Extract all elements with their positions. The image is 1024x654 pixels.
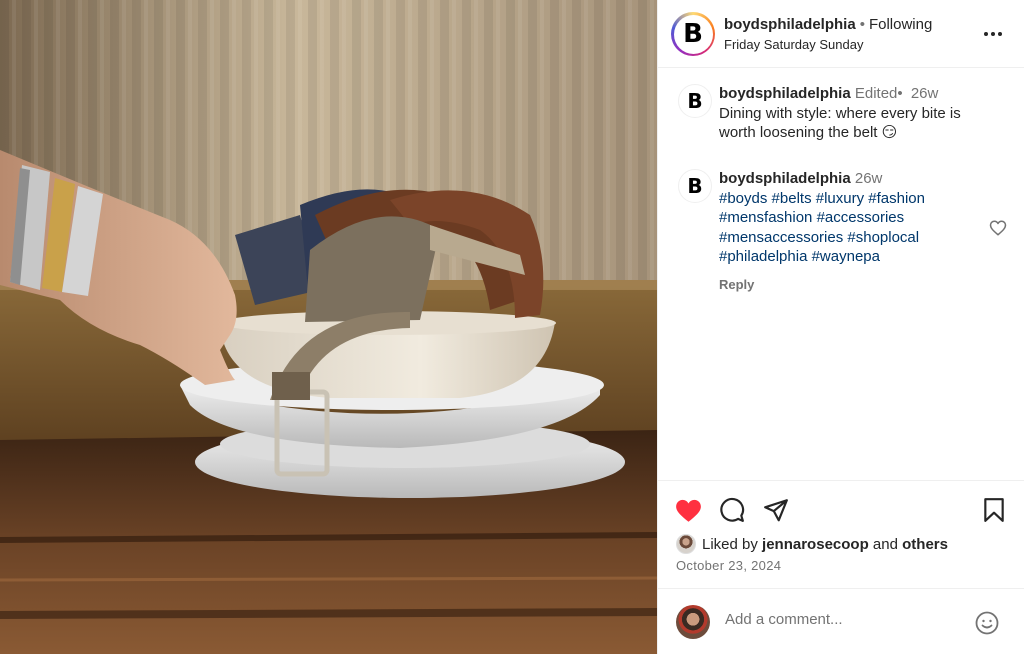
like-button[interactable] bbox=[674, 496, 702, 524]
liker-username[interactable]: jennarosecoop bbox=[762, 536, 869, 553]
comment-button[interactable] bbox=[718, 496, 746, 524]
following-button[interactable]: Following bbox=[869, 16, 932, 33]
comment-body: boydsphiladelphia 26w #boyds #belts #lux… bbox=[719, 169, 989, 294]
bookmark-icon bbox=[984, 498, 1004, 522]
more-options-button[interactable] bbox=[981, 22, 1005, 46]
emoji-smile-icon bbox=[975, 611, 999, 635]
hashtag[interactable]: #waynepa bbox=[812, 248, 880, 265]
belts-in-bowl-photo bbox=[0, 0, 657, 654]
post-sidebar: B boydsphiladelphia • Following Friday Sat… bbox=[657, 0, 1024, 654]
hashtag[interactable]: #mensfashion bbox=[719, 209, 812, 226]
profile-avatar[interactable]: B bbox=[671, 12, 715, 56]
post-date[interactable]: October 23, 2024 bbox=[676, 558, 781, 573]
more-dots-icon bbox=[984, 32, 1002, 36]
post-actions: Liked by jennarosecoop and others Octobe… bbox=[658, 480, 1024, 573]
caption-separator: • bbox=[897, 85, 903, 102]
likes-prefix: Liked by bbox=[702, 535, 758, 553]
post-header: B boydsphiladelphia • Following Friday Sat… bbox=[658, 0, 1024, 68]
share-button[interactable] bbox=[762, 496, 790, 524]
caption-username[interactable]: boydsphiladelphia bbox=[719, 85, 851, 102]
heart-outline-icon bbox=[989, 220, 1007, 236]
comment-input[interactable] bbox=[725, 611, 955, 628]
comment-like-button[interactable] bbox=[989, 219, 1007, 237]
header-username-line: boydsphiladelphia • Following bbox=[724, 16, 932, 33]
current-user-avatar bbox=[676, 605, 710, 639]
hashtag[interactable]: #shoplocal bbox=[847, 229, 919, 246]
heart-filled-icon bbox=[675, 499, 701, 522]
hashtag[interactable]: #fashion bbox=[868, 190, 925, 207]
likes-middle: and bbox=[872, 535, 898, 553]
comment-age[interactable]: 26w bbox=[855, 170, 883, 187]
hashtag[interactable]: #philadelphia bbox=[719, 248, 807, 265]
caption-avatar[interactable]: B bbox=[678, 84, 712, 118]
add-comment-bar bbox=[658, 588, 1024, 654]
hashtag[interactable]: #accessories bbox=[817, 209, 905, 226]
liker-avatar[interactable] bbox=[676, 534, 696, 554]
caption-edited: Edited bbox=[854, 85, 898, 102]
likes-summary[interactable]: Liked by jennarosecoop and others bbox=[676, 534, 948, 554]
caption-age[interactable]: 26w bbox=[911, 85, 939, 102]
comment-bubble-icon bbox=[720, 497, 745, 522]
hashtag[interactable]: #belts bbox=[772, 190, 812, 207]
post-image[interactable] bbox=[0, 0, 657, 654]
header-username[interactable]: boydsphiladelphia bbox=[724, 16, 856, 33]
comment-username[interactable]: boydsphiladelphia bbox=[719, 170, 851, 187]
caption-body: boydsphiladelphia Edited• 26w Dining wit… bbox=[719, 84, 989, 143]
caption-text: Dining with style: where every bite is w… bbox=[719, 104, 961, 142]
save-button[interactable] bbox=[980, 496, 1008, 524]
comment-avatar[interactable]: B bbox=[678, 169, 712, 203]
likes-others[interactable]: others bbox=[902, 536, 948, 553]
hashtag[interactable]: #boyds bbox=[719, 190, 767, 207]
header-separator: • bbox=[859, 16, 865, 33]
emoji-button[interactable] bbox=[975, 611, 999, 635]
avatar-logo: B bbox=[676, 17, 710, 51]
reply-button[interactable]: Reply bbox=[719, 275, 754, 295]
hashtag[interactable]: #luxury bbox=[816, 190, 864, 207]
paper-plane-icon bbox=[764, 499, 788, 522]
header-subtitle[interactable]: Friday Saturday Sunday bbox=[724, 37, 863, 52]
hashtag[interactable]: #mensaccessories bbox=[719, 229, 843, 246]
